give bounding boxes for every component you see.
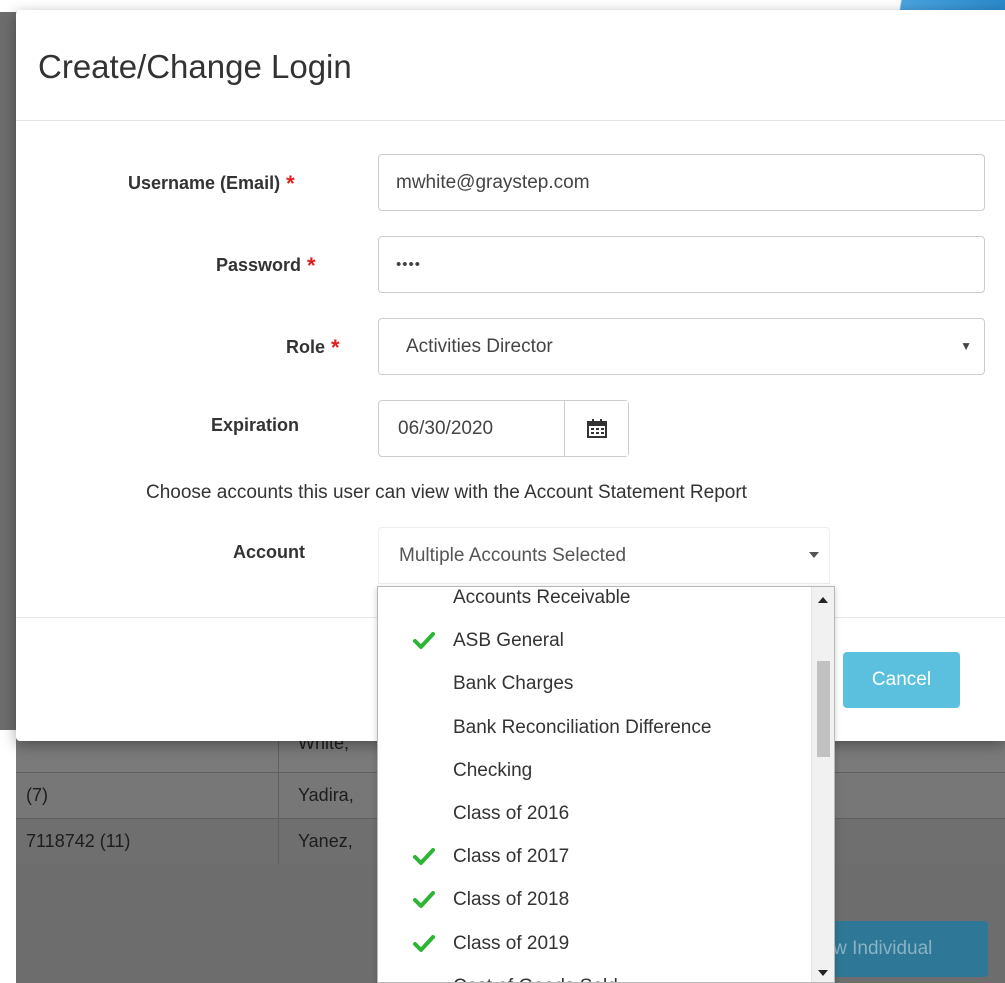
dropdown-option[interactable]: Cost of Goods Sold: [378, 967, 806, 982]
role-label: Role *: [286, 333, 340, 360]
expiration-value: 06/30/2020: [398, 418, 494, 439]
expiration-date-input[interactable]: 06/30/2020: [378, 400, 629, 457]
dropdown-option-label: Bank Charges: [453, 673, 574, 695]
required-marker: *: [307, 253, 316, 278]
account-label-text: Account: [233, 542, 305, 562]
dropdown-option-label: Class of 2018: [453, 889, 570, 911]
dropdown-option-label: ASB General: [453, 630, 564, 652]
checkmark-icon: [413, 891, 435, 909]
cancel-label: Cancel: [871, 669, 932, 690]
role-select[interactable]: Activities Director ▼: [378, 318, 985, 375]
checkmark-icon: [413, 934, 435, 952]
calendar-button[interactable]: [564, 401, 628, 456]
dropdown-option-label: Class of 2016: [453, 803, 570, 824]
password-label-text: Password: [216, 255, 302, 275]
scrollbar-thumb[interactable]: [817, 661, 830, 757]
view-individual-button: View Individual: [818, 921, 988, 977]
dropdown-option[interactable]: Class of 2019: [378, 924, 806, 967]
scroll-down-arrow-icon[interactable]: [818, 970, 828, 976]
table-cell-name: Yadira,: [298, 785, 354, 805]
dropdown-option-label: Bank Reconciliation Difference: [453, 716, 712, 738]
expiration-label-text: Expiration: [211, 415, 300, 435]
dropdown-option-label: Checking: [453, 759, 533, 781]
role-value: Activities Director: [406, 336, 553, 357]
caret-down-icon: [809, 552, 819, 558]
calendar-icon: [587, 419, 607, 438]
username-label: Username (Email) *: [128, 169, 295, 196]
dropdown-option[interactable]: Bank Reconciliation Difference: [378, 708, 806, 751]
modal-header-divider: [16, 120, 1005, 121]
username-label-text: Username (Email): [128, 173, 281, 193]
table-cell-id: 7118742 (11): [26, 831, 131, 851]
account-dropdown-list[interactable]: Accounts Receivable ASB General Bank Charg…: [377, 586, 835, 983]
table-cell-name: Yanez,: [298, 831, 353, 851]
dropdown-option[interactable]: ASB General: [378, 621, 806, 664]
dropdown-option[interactable]: Checking: [378, 751, 806, 794]
modal-title: Create/Change Login: [38, 48, 352, 85]
dropdown-option[interactable]: Bank Charges: [378, 664, 806, 707]
role-label-text: Role: [286, 337, 326, 357]
dropdown-option[interactable]: Accounts Receivable: [378, 587, 806, 621]
background-left-edge: [0, 730, 16, 983]
account-value: Multiple Accounts Selected: [399, 545, 627, 566]
username-value: mwhite@graystep.com: [396, 172, 590, 193]
dropdown-option-label: Accounts Receivable: [453, 587, 631, 608]
account-multiselect[interactable]: Multiple Accounts Selected: [378, 527, 830, 584]
dropdown-option-label: Class of 2019: [453, 932, 570, 954]
required-marker: *: [331, 335, 340, 360]
password-input[interactable]: ••••: [378, 236, 985, 293]
cancel-button[interactable]: Cancel: [843, 652, 960, 708]
password-value: ••••: [396, 256, 422, 273]
dropdown-scrollbar[interactable]: [811, 587, 834, 982]
view-individual-label: View Individual: [818, 938, 933, 959]
required-marker: *: [286, 171, 295, 196]
dropdown-option-label: Cost of Goods Sold: [453, 976, 618, 982]
dropdown-option[interactable]: Class of 2017: [378, 837, 806, 880]
checkmark-icon: [413, 632, 435, 650]
table-column-divider: [278, 730, 279, 864]
dropdown-option-label: Class of 2017: [453, 846, 570, 868]
username-input[interactable]: mwhite@graystep.com: [378, 154, 985, 211]
dropdown-option[interactable]: Class of 2016: [378, 794, 806, 837]
expiration-label: Expiration: [211, 415, 299, 436]
password-label: Password *: [216, 251, 316, 278]
account-label: Account: [233, 542, 305, 563]
dropdown-option[interactable]: Class of 2018: [378, 880, 806, 923]
caret-down-icon: ▼: [960, 339, 972, 353]
accounts-note: Choose accounts this user can view with …: [146, 482, 747, 503]
scroll-up-arrow-icon[interactable]: [818, 597, 828, 603]
table-cell-id: (7): [26, 785, 48, 805]
checkmark-icon: [413, 848, 435, 866]
